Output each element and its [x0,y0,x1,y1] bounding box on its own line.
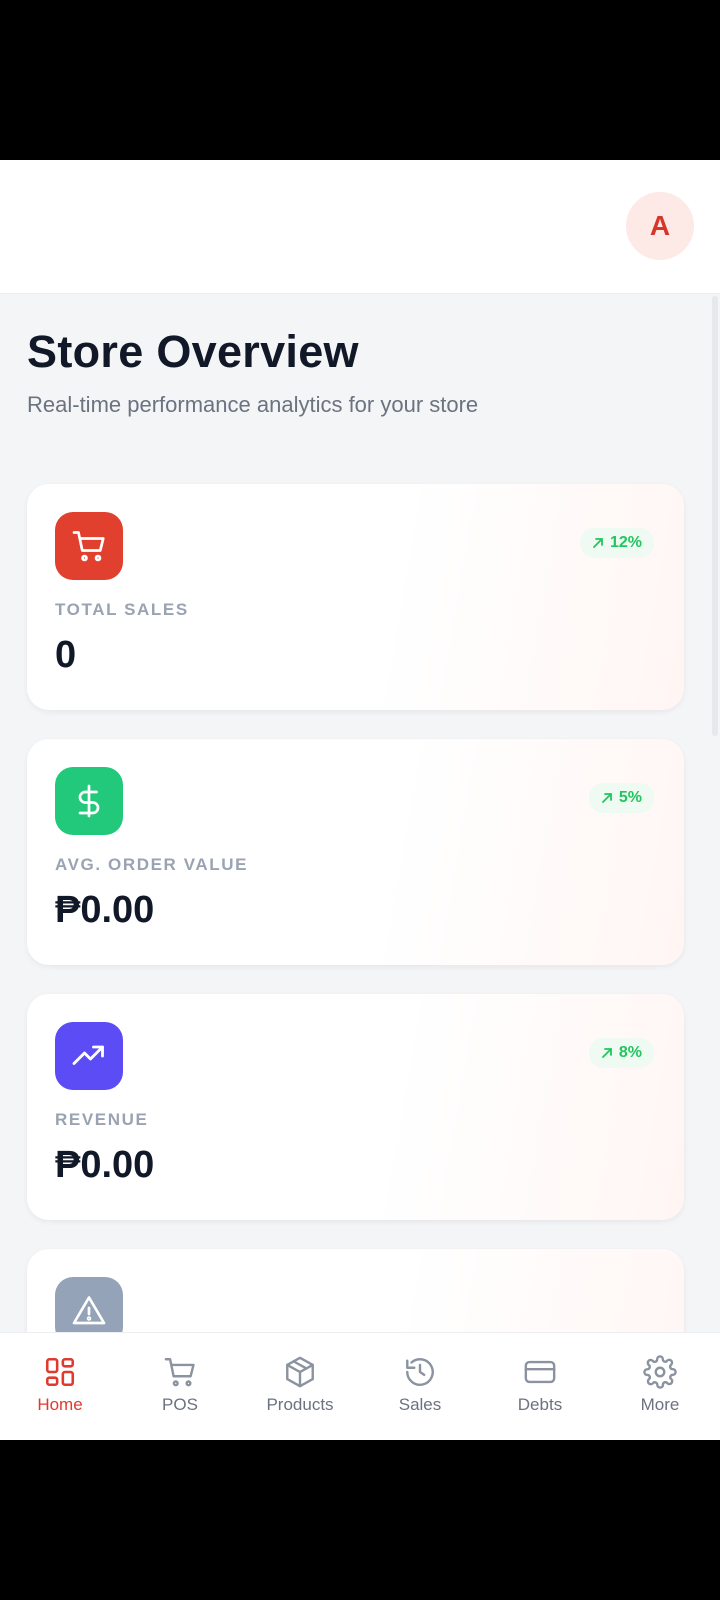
page-title: Store Overview [27,326,359,377]
shopping-cart-icon [55,512,123,580]
arrow-up-right-icon [601,793,612,803]
nav-item-sales[interactable]: Sales [360,1333,480,1440]
app-screen: A Store Overview Real-time performance a… [0,160,720,1440]
card-value: ₱0.00 [55,1144,155,1186]
page-subtitle: Real-time performance analytics for your… [27,392,479,417]
trend-badge: 12% [579,528,654,558]
nav-label: More [640,1395,680,1414]
cart-icon [164,1358,195,1387]
card-label: REVENUE [55,1110,149,1129]
scrollbar[interactable] [712,296,718,736]
nav-label: Home [37,1395,83,1414]
trending-up-icon [55,1022,123,1090]
trend-badge: 5% [588,783,654,813]
arrow-up-right-icon [593,538,603,548]
card-label: AVG. ORDER VALUE [55,855,249,874]
trend-badge: 8% [588,1038,654,1068]
gear-icon [643,1355,677,1389]
card-value: 0 [55,634,77,676]
arrow-up-right-icon [601,1048,612,1058]
nav-item-more[interactable]: More [600,1333,720,1440]
bottom-nav: Home POS Products Sales Debts More [0,1332,720,1440]
nav-label: Products [266,1395,334,1414]
system-bar-area [0,1440,720,1600]
nav-label: POS [162,1395,198,1414]
nav-label: Sales [398,1395,442,1414]
stat-card-revenue[interactable]: 8% REVENUE ₱0.00 [27,994,684,1220]
stat-card-avg-order-value[interactable]: 5% AVG. ORDER VALUE ₱0.00 [27,739,684,965]
stat-card-total-sales[interactable]: 12% TOTAL SALES 0 [27,484,684,710]
box-icon [286,1356,314,1388]
status-bar-area [0,0,720,160]
nav-item-pos[interactable]: POS [120,1333,240,1440]
nav-item-debts[interactable]: Debts [480,1333,600,1440]
card-value: ₱0.00 [55,889,155,931]
dollar-icon [55,767,123,835]
nav-item-products[interactable]: Products [240,1333,360,1440]
app-header: A [0,160,720,294]
history-icon [406,1358,434,1386]
avatar[interactable]: A [626,192,694,260]
grid-icon [45,1357,75,1387]
card-label: TOTAL SALES [55,600,189,619]
nav-item-home[interactable]: Home [0,1333,120,1440]
card-icon [524,1360,556,1384]
nav-label: Debts [517,1395,563,1414]
